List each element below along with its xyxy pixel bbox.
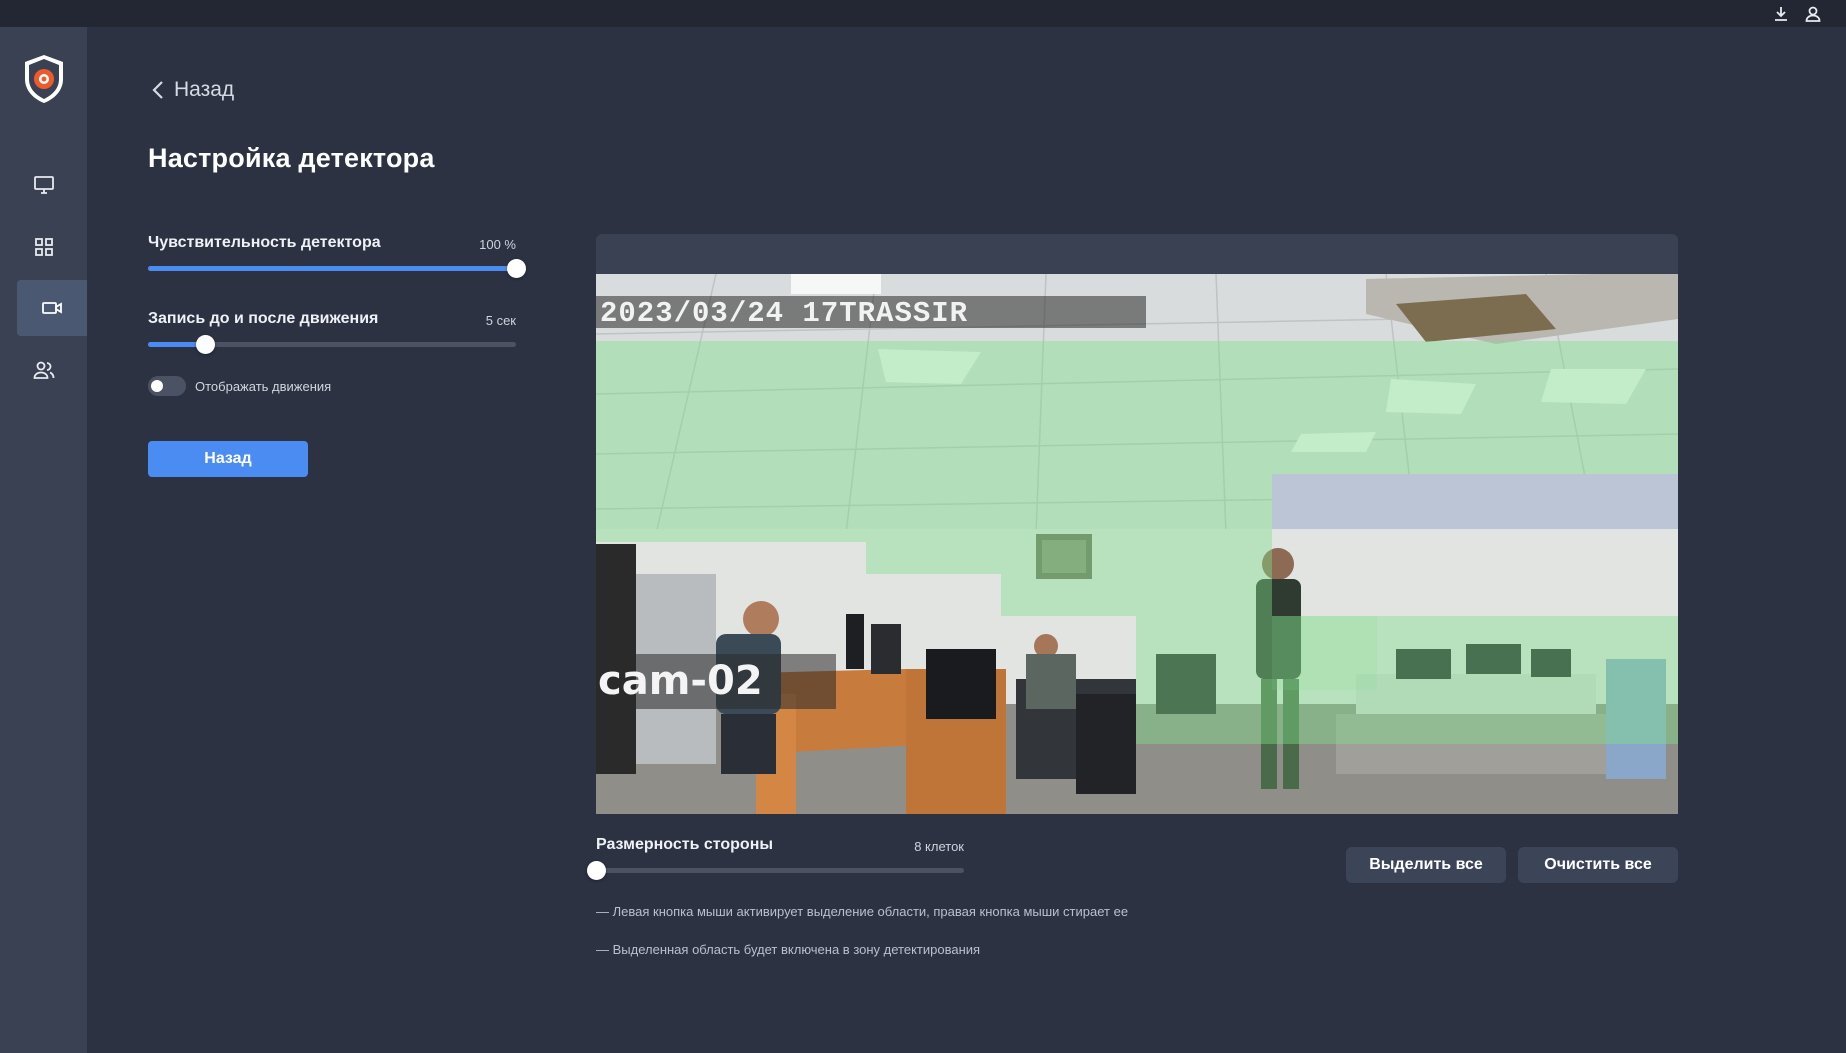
record-label: Запись до и после движения (148, 310, 379, 327)
record-value: 5 сек (485, 313, 516, 328)
hint-selected-area: — Выделенная область будет включена в зо… (596, 942, 981, 957)
sensitivity-slider-thumb[interactable] (507, 259, 526, 278)
nav-grid[interactable] (0, 219, 87, 275)
sensitivity-value: 100 % (479, 237, 516, 252)
monitor-icon (33, 176, 54, 194)
camera-view[interactable]: 2023/03/24 17TRASSIR cam-02 (596, 274, 1678, 814)
shield-logo-icon[interactable] (22, 53, 66, 105)
show-motion-label: Отображать движения (195, 378, 332, 394)
page-title: Настройка детектора (148, 143, 435, 173)
back-link-label: Назад (174, 78, 235, 101)
camera-icon (42, 302, 62, 314)
grid-size-value: 8 клеток (914, 839, 964, 854)
top-bar (0, 0, 1846, 27)
chevron-left-icon (152, 81, 163, 99)
grid-size-slider[interactable] (587, 861, 964, 880)
sensitivity-slider[interactable] (148, 259, 526, 278)
select-all-button[interactable]: Выделить все (1346, 847, 1506, 883)
users-icon (33, 361, 54, 379)
camera-frame-image: 2023/03/24 17TRASSIR cam-02 (596, 274, 1678, 814)
sidebar (0, 27, 87, 1053)
video-camera-name: cam-02 (598, 658, 763, 704)
show-motion-row: Отображать движения (148, 376, 331, 396)
record-slider[interactable] (148, 335, 516, 354)
sensitivity-slider-fill (148, 266, 516, 271)
user-icon[interactable] (1803, 4, 1823, 24)
video-panel: 2023/03/24 17TRASSIR cam-02 (596, 234, 1678, 814)
nav-camera[interactable] (17, 280, 87, 336)
back-link[interactable]: Назад (150, 78, 234, 102)
nav-monitor[interactable] (0, 157, 87, 213)
grid-size-label: Размерность стороны (596, 836, 774, 853)
show-motion-toggle[interactable] (148, 376, 186, 396)
show-motion-toggle-knob (151, 380, 163, 392)
video-timestamp: 2023/03/24 17TRASSIR (600, 297, 968, 330)
download-icon[interactable] (1771, 4, 1791, 24)
grid-size-slider-thumb[interactable] (587, 861, 606, 880)
grid-icon (34, 238, 53, 256)
record-slider-thumb[interactable] (196, 335, 216, 354)
sensitivity-label: Чувствительность детектора (148, 234, 381, 251)
hint-mouse-buttons: — Левая кнопка мыши активирует выделение… (596, 904, 1129, 919)
nav-users[interactable] (0, 342, 87, 398)
clear-all-button[interactable]: Очистить все (1518, 847, 1678, 883)
back-button[interactable]: Назад (148, 441, 308, 477)
